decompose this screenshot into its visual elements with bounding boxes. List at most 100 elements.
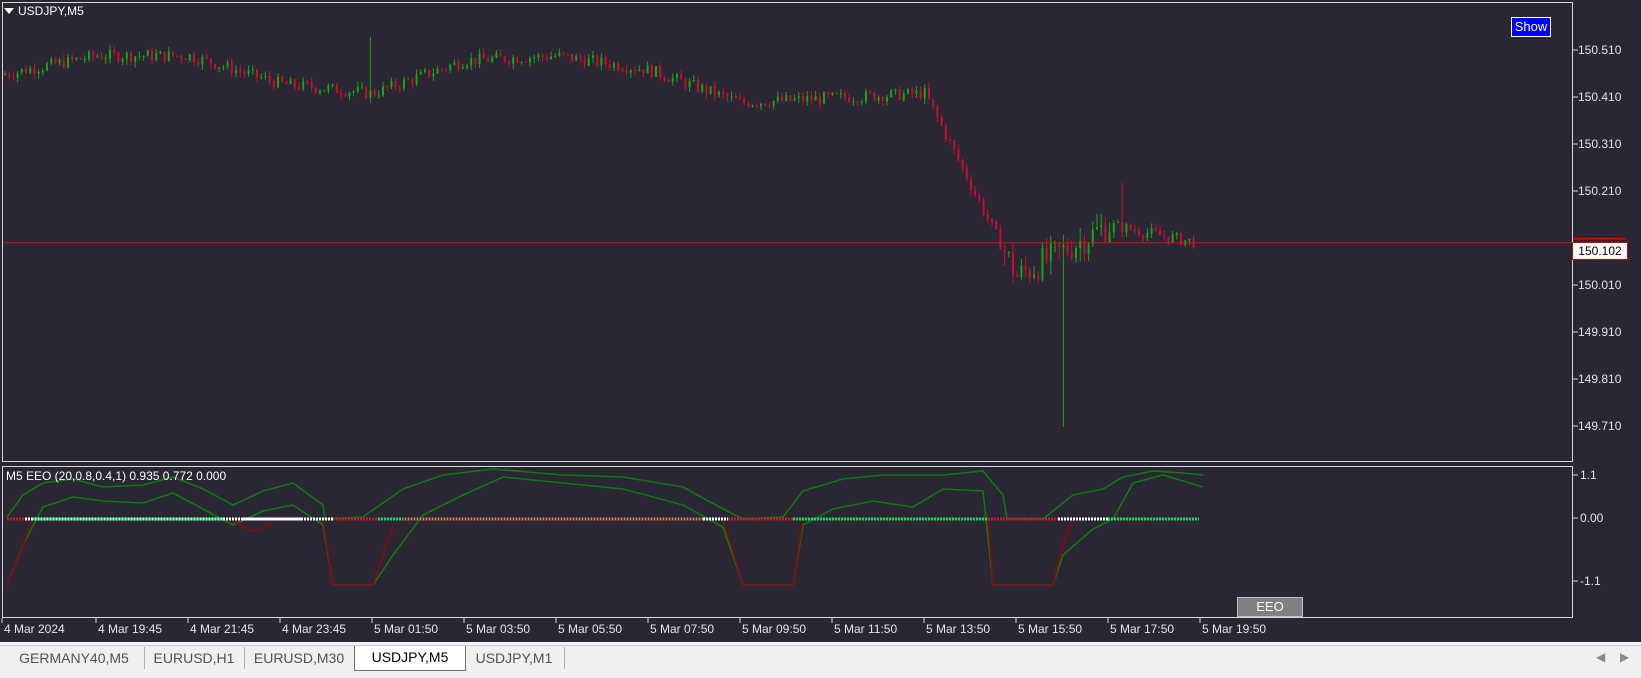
indicator-level-label: -1.1 [1580, 574, 1601, 588]
candle [1012, 243, 1014, 283]
candle [348, 91, 351, 101]
candle [734, 92, 737, 99]
candle [537, 52, 540, 62]
candle [495, 49, 498, 59]
tab-usdjpy-m5[interactable]: USDJPY,M5 [354, 646, 466, 671]
candle [428, 69, 431, 79]
candle [848, 93, 851, 104]
candle [793, 94, 796, 102]
candle [235, 65, 237, 78]
indicator-plot-area[interactable] [2, 466, 1573, 618]
candle [88, 49, 90, 62]
candle [1083, 234, 1086, 262]
eeo-negative-segment [6, 518, 34, 586]
candle [327, 83, 330, 94]
candle [121, 57, 124, 66]
indicator-window[interactable]: M5 EEO (20,0.8,0.4,1) 0.935 0.772 0.000 … [0, 464, 1641, 618]
candle [818, 92, 821, 110]
candle [79, 57, 82, 60]
candle [739, 92, 741, 100]
candle [961, 158, 964, 173]
candle [890, 89, 893, 98]
candle [634, 66, 636, 75]
candle [730, 91, 733, 102]
eeo-button[interactable]: EEO [1237, 597, 1303, 617]
candle [965, 163, 968, 183]
candle [394, 77, 397, 91]
candle [1133, 224, 1136, 235]
candle [209, 57, 212, 70]
candle [134, 55, 137, 68]
candle [697, 76, 699, 94]
candle [802, 92, 804, 105]
candle [1096, 213, 1098, 231]
candle [478, 48, 481, 69]
candle [256, 68, 258, 83]
candle [844, 90, 846, 102]
candle [713, 81, 716, 102]
candle [562, 52, 565, 57]
candle [541, 53, 544, 62]
collapse-triangle-icon[interactable] [4, 8, 14, 14]
candle [755, 103, 758, 109]
main-chart-window[interactable]: USDJPY,M5 Show 150.510 150.410 150.310 150.… [0, 0, 1641, 464]
candle [1150, 223, 1153, 239]
candle [436, 65, 439, 74]
candle [907, 88, 909, 95]
candle [831, 92, 834, 96]
candle [1003, 245, 1006, 267]
candle [117, 50, 120, 64]
candle [138, 51, 141, 60]
candle [524, 60, 527, 63]
candle [1049, 235, 1052, 275]
candle [29, 65, 32, 75]
price-tick-label: 150.410 [1578, 90, 1622, 104]
price-tick-label: 150.010 [1578, 278, 1622, 292]
candle [949, 134, 951, 145]
candle [96, 53, 99, 59]
chart-title: USDJPY,M5 [18, 4, 84, 18]
show-button[interactable]: Show [1511, 17, 1551, 37]
candle [747, 100, 750, 109]
candle [991, 218, 993, 227]
time-tick-label: 5 Mar 15:50 [1018, 622, 1082, 636]
candle [839, 88, 842, 99]
scroll-right-icon[interactable]: ▶ [1620, 650, 1629, 664]
candle [33, 63, 36, 80]
candle [1075, 245, 1077, 263]
candle [650, 63, 653, 79]
candle [1146, 228, 1149, 242]
indicator-level-label: 1.1 [1580, 468, 1597, 482]
candle [8, 71, 11, 80]
candle [999, 224, 1002, 250]
candle [768, 102, 771, 109]
candle [877, 95, 880, 104]
candle [776, 91, 779, 104]
tab-eurusd-h1[interactable]: EURUSD,H1 [144, 647, 245, 669]
eeo-indicator-chart[interactable] [3, 467, 1574, 619]
candle [432, 68, 435, 81]
current-price-label: 150.102 [1572, 242, 1628, 260]
candle [621, 67, 624, 73]
price-plot-area[interactable] [2, 2, 1574, 463]
candle [285, 80, 288, 85]
candle [604, 55, 607, 69]
candle [176, 55, 179, 58]
tab-usdjpy-m1[interactable]: USDJPY,M1 [464, 647, 565, 669]
candle [1117, 219, 1119, 224]
candle [785, 92, 788, 102]
tab-germany40-m5[interactable]: GERMANY40,M5 [4, 647, 145, 669]
candle [1100, 213, 1103, 236]
candle [608, 59, 611, 72]
time-tick-label: 4 Mar 2024 [4, 622, 65, 636]
scroll-left-icon[interactable]: ◀ [1596, 650, 1605, 664]
candlestick-chart[interactable] [3, 3, 1574, 463]
candle [781, 93, 783, 102]
candle [109, 44, 111, 64]
candle [1079, 227, 1082, 262]
price-tick-label: 150.210 [1578, 184, 1622, 198]
candle [281, 75, 284, 83]
tab-eurusd-m30[interactable]: EURUSD,M30 [244, 647, 355, 669]
candle [445, 67, 447, 73]
candle [398, 85, 401, 94]
